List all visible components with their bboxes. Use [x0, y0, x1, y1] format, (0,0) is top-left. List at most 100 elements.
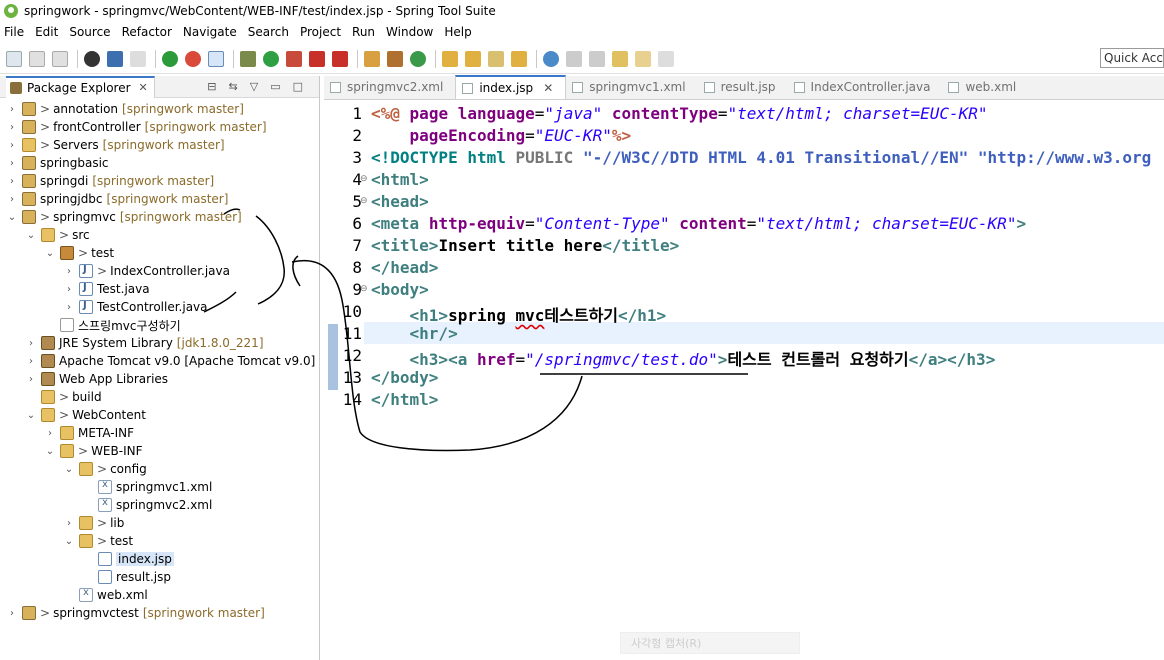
menu-run[interactable]: Run [352, 25, 375, 39]
tree-item[interactable]: result.jsp [82, 568, 171, 586]
expand-toggle-icon[interactable]: › [6, 140, 18, 151]
new-java-project-icon[interactable] [364, 50, 380, 67]
expand-toggle-icon[interactable]: › [63, 266, 75, 277]
expand-toggle-icon[interactable]: › [25, 374, 37, 385]
back-icon[interactable] [635, 50, 651, 67]
code-editor[interactable]: 1 2 3 4 5 6 7 8 9 10 11 12 13 14 ⊖ ⊖ ⊖ <… [324, 102, 1164, 660]
expand-toggle-icon[interactable]: › [6, 194, 18, 205]
tree-item[interactable]: › > lib [63, 514, 124, 532]
tree-item[interactable]: › springbasic [6, 154, 109, 172]
expand-toggle-icon[interactable]: ⌄ [44, 248, 56, 259]
expand-toggle-icon[interactable]: ⌄ [44, 446, 56, 457]
tab-web-xml[interactable]: web.xml [942, 75, 1028, 99]
last-edit-icon[interactable] [612, 50, 628, 67]
tree-item[interactable]: › >IndexController.java [63, 262, 230, 280]
tree-item[interactable]: ⌄ > src [25, 226, 90, 244]
expand-toggle-icon[interactable]: › [6, 104, 18, 115]
open-type-icon[interactable] [442, 50, 458, 67]
open-task-icon[interactable] [465, 50, 481, 67]
new-package-icon[interactable] [387, 50, 403, 67]
tree-item[interactable]: › > frontController [springwork master] [6, 118, 267, 136]
stop-server-icon[interactable] [309, 50, 325, 67]
tree-item[interactable]: › Web App Libraries [25, 370, 168, 388]
run-external-icon[interactable] [286, 50, 302, 67]
menu-window[interactable]: Window [386, 25, 433, 39]
expand-toggle-icon[interactable]: › [63, 302, 75, 313]
expand-toggle-icon[interactable]: ⌄ [63, 464, 75, 475]
fold-toggle-icon[interactable]: ⊖ [360, 174, 368, 184]
tree-item[interactable]: ⌄ > test [44, 244, 114, 262]
tree-item[interactable]: › JRE System Library [jdk1.8.0_221] [25, 334, 264, 352]
menu-search[interactable]: Search [248, 25, 289, 39]
tree-item[interactable]: springmvc1.xml [82, 478, 212, 496]
tab-index-jsp[interactable]: index.jsp ✕ [455, 75, 567, 99]
tree-item[interactable]: > build [25, 388, 102, 406]
new-class-icon[interactable] [410, 50, 426, 67]
tree-item[interactable]: web.xml [63, 586, 148, 604]
expand-toggle-icon[interactable]: › [63, 284, 75, 295]
expand-toggle-icon[interactable]: › [6, 158, 18, 169]
menu-edit[interactable]: Edit [35, 25, 58, 39]
expand-toggle-icon[interactable]: › [63, 518, 75, 529]
tree-item[interactable]: index.jsp [82, 550, 174, 568]
quick-access-input[interactable]: Quick Access [1100, 48, 1164, 68]
save-icon[interactable] [29, 50, 45, 67]
tree-item[interactable]: ⌄ > WEB-INF [44, 442, 143, 460]
tree-item[interactable]: › > Servers [springwork master] [6, 136, 225, 154]
tab-result-jsp[interactable]: result.jsp [698, 75, 788, 99]
tab-springmvc2-xml[interactable]: springmvc2.xml [324, 75, 455, 99]
tree-item[interactable]: ⌄ > test [63, 532, 133, 550]
tree-item[interactable]: ⌄ > config [63, 460, 147, 478]
tree-item[interactable]: 스프링mvc구성하기 [44, 316, 181, 334]
run-icon[interactable] [263, 50, 279, 67]
tree-item[interactable]: › Test.java [63, 280, 150, 298]
web-browser-icon[interactable] [543, 50, 559, 67]
skip-breakpoints-icon[interactable] [130, 50, 146, 67]
save-all-icon[interactable] [52, 50, 68, 67]
expand-toggle-icon[interactable]: ⌄ [6, 212, 18, 223]
expand-toggle-icon[interactable]: ⌄ [25, 230, 37, 241]
forward-icon[interactable] [658, 50, 674, 67]
console-icon[interactable] [107, 50, 123, 67]
server-icon[interactable] [332, 50, 348, 67]
tree-item[interactable]: › Apache Tomcat v9.0 [Apache Tomcat v9.0] [25, 352, 315, 370]
tree-item[interactable]: › META-INF [44, 424, 134, 442]
open-resource-icon[interactable] [511, 50, 527, 67]
link-with-editor-icon[interactable]: ⇆ [229, 80, 238, 93]
expand-toggle-icon[interactable]: › [6, 122, 18, 133]
expand-toggle-icon[interactable]: › [25, 356, 37, 367]
expand-toggle-icon[interactable]: › [6, 608, 18, 619]
expand-toggle-icon[interactable]: › [6, 176, 18, 187]
expand-toggle-icon[interactable]: › [25, 338, 37, 349]
new-icon[interactable] [6, 50, 22, 67]
minimize-icon[interactable]: ▭ [270, 80, 280, 93]
tree-item[interactable]: ⌄ > WebContent [25, 406, 146, 424]
expand-toggle-icon[interactable]: ⌄ [25, 410, 37, 421]
tree-item[interactable]: springmvc2.xml [82, 496, 212, 514]
expand-toggle-icon[interactable]: ⌄ [63, 536, 75, 547]
boot-dashboard-icon[interactable] [162, 50, 178, 67]
previous-annotation-icon[interactable] [589, 50, 605, 67]
collapse-all-icon[interactable]: ⊟ [207, 80, 216, 93]
menu-file[interactable]: File [4, 25, 24, 39]
tree-item[interactable]: › > annotation [springwork master] [6, 100, 244, 118]
tab-indexcontroller-java[interactable]: IndexController.java [788, 75, 943, 99]
fold-toggle-icon[interactable]: ⊖ [360, 196, 368, 206]
close-icon[interactable]: ✕ [543, 81, 553, 95]
tree-item[interactable]: ⌄ > springmvc [springwork master] [6, 208, 242, 226]
package-explorer-tab[interactable]: Package Explorer ✕ [6, 75, 155, 98]
next-annotation-icon[interactable] [566, 50, 582, 67]
menu-source[interactable]: Source [69, 25, 110, 39]
maximize-icon[interactable]: □ [293, 80, 303, 93]
menu-refactor[interactable]: Refactor [122, 25, 172, 39]
tree-item[interactable]: › springdi [springwork master] [6, 172, 214, 190]
fold-toggle-icon[interactable]: ⊖ [360, 284, 368, 294]
menu-navigate[interactable]: Navigate [183, 25, 237, 39]
tree-item[interactable]: › springjdbc [springwork master] [6, 190, 228, 208]
stop-icon[interactable] [185, 50, 201, 67]
profile-icon[interactable] [84, 50, 100, 67]
tree-item[interactable]: › TestController.java [63, 298, 208, 316]
toggle-mark-icon[interactable] [208, 50, 224, 67]
search-icon[interactable] [488, 50, 504, 67]
close-icon[interactable]: ✕ [139, 81, 148, 94]
